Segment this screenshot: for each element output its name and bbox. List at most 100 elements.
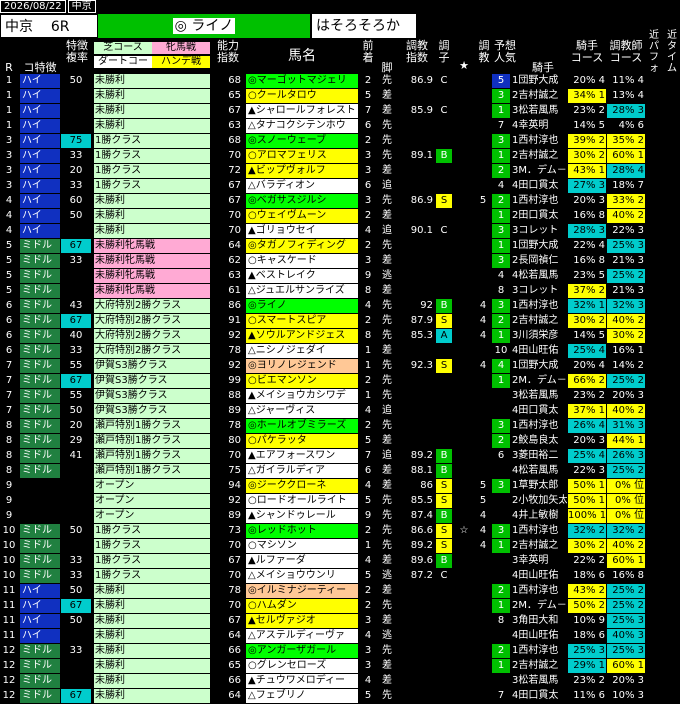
class-cell: ミドル — [20, 389, 60, 403]
prev-finish-cell: 4 — [364, 300, 372, 311]
mark-symbol: △ — [248, 465, 256, 476]
prev-finish-cell: 1 — [364, 540, 372, 551]
horse-name-cell: ◎レッドホット — [246, 524, 358, 538]
race-number-cell: 11 — [2, 585, 16, 596]
prev-finish-cell: 3 — [364, 150, 372, 161]
horse-name: アステルディーヴァ — [255, 630, 346, 641]
race-type-cell: 1勝クラス — [94, 539, 210, 553]
race-number-cell: 10 — [2, 525, 16, 536]
mark-symbol: ▲ — [248, 165, 256, 176]
mark-symbol: ◎ — [248, 240, 257, 251]
jockey-course-cell: 25% 4 — [568, 344, 606, 358]
running-style-cell: 差 — [382, 165, 392, 176]
training-mark-cell — [476, 419, 490, 433]
running-style-cell: 逃 — [382, 270, 392, 281]
recent-perf-cell — [646, 554, 662, 568]
horse-name: パケラッタ — [256, 435, 307, 446]
header-trainer-course: 調教師 コース — [609, 39, 643, 64]
prev-finish-cell: 6 — [364, 180, 372, 191]
running-style-cell: 先 — [382, 390, 392, 401]
condition-cell: S — [436, 479, 452, 493]
training-mark-cell — [476, 344, 490, 358]
recent-perf-cell — [646, 134, 662, 148]
recent-time-cell — [663, 224, 680, 238]
venue-label: 中京 — [5, 19, 33, 35]
training-mark-cell — [476, 269, 490, 283]
table-row: 9 オープン 89 ▲シャンドゥレール 9 先 87.4 B 4 4井上敏樹 100% 1 0% 位 — [0, 509, 680, 524]
training-index-cell: 86.9 — [410, 195, 433, 206]
running-style-cell: 差 — [382, 555, 392, 566]
ability-index-cell: 89 — [228, 405, 241, 416]
horse-name-cell: ○ウェイヴムーン — [246, 209, 358, 223]
race-number-cell: 7 — [5, 360, 13, 371]
popularity-cell: 3 — [492, 299, 510, 313]
training-index-cell: 85.5 — [410, 495, 433, 506]
star-cell — [454, 254, 474, 268]
horse-name-cell: ▲セルヴァジオ — [246, 614, 358, 628]
header-popularity: 予想 人気 — [494, 39, 516, 64]
trainer-course-cell: 20% 3 — [607, 674, 645, 688]
horse-name-cell: ○ハムダン — [246, 599, 358, 613]
jockey-course-cell: 18% 6 — [568, 629, 606, 643]
horse-name: バラディオン — [255, 180, 316, 191]
table-row: 4 ハイ 未勝利 70 ▲ゴリョウセイ 4 追 90.1 C 3 3コレット 28% 3 22% 3 — [0, 224, 680, 239]
class-cell: ミドル — [20, 569, 60, 583]
class-cell: ミドル — [20, 419, 60, 433]
jockey-course-cell: 26% 4 — [568, 419, 606, 433]
trainer-course-cell: 35% 2 — [607, 134, 645, 148]
trainer-course-cell: 11% 4 — [607, 74, 645, 88]
recent-perf-cell — [646, 224, 662, 238]
table-row: 6 ミドル 33 大府特別2勝クラス 78 △ニシノジェダイ 1 差 10 4田山旺佑 25% 41… — [0, 344, 680, 359]
running-style-cell: 先 — [382, 495, 392, 506]
horse-name-cell: ▲ルファーダ — [246, 554, 358, 568]
recent-perf-cell — [646, 404, 662, 418]
prev-finish-cell: 7 — [364, 450, 372, 461]
star-cell — [454, 134, 474, 148]
horse-name: ビップヴォルフ — [255, 165, 326, 176]
trainer-course-cell: 25% 3 — [607, 614, 645, 628]
condition-cell — [436, 419, 452, 433]
popularity-cell: 1 — [492, 149, 510, 163]
recent-perf-cell — [646, 449, 662, 463]
jockey-cell: 4田山旺佑 — [512, 630, 559, 641]
jockey-course-cell: 30% 2 — [568, 314, 606, 328]
training-mark-cell — [476, 74, 490, 88]
training-index-cell — [399, 404, 435, 418]
jockey-cell: 3コレット — [512, 225, 559, 236]
condition-cell: S — [436, 539, 452, 553]
special-rate-cell: 55 — [61, 359, 91, 373]
jockey-course-cell: 30% 2 — [568, 149, 606, 163]
star-cell — [454, 119, 474, 133]
star-cell — [454, 674, 474, 688]
training-mark-cell — [476, 224, 490, 238]
horse-name-cell: △ジュエルサンライズ — [246, 284, 358, 298]
table-row: 6 ミドル 43 大府特別2勝クラス 86 ◎ライノ 4 先 92 B 4 3 1西村淳也 32% 1 32… — [0, 299, 680, 314]
jockey-cell: 1団野大成 — [512, 75, 559, 86]
race-number-cell: 5 — [5, 270, 13, 281]
jockey-course-cell: 37% 1 — [568, 404, 606, 418]
trainer-course-cell: 44% 1 — [607, 434, 645, 448]
race-type-cell: 未勝利 — [94, 224, 210, 238]
prev-finish-cell: 6 — [364, 120, 372, 131]
race-number-cell: 9 — [5, 510, 13, 521]
condition-cell — [436, 179, 452, 193]
race-number-cell: 6 — [5, 300, 13, 311]
recent-perf-cell — [646, 539, 662, 553]
mark-symbol: ◎ — [248, 300, 257, 311]
ability-index-cell: 72 — [228, 165, 241, 176]
jockey-course-cell: 16% 8 — [568, 254, 606, 268]
horse-name: ライノ — [256, 300, 287, 311]
condition-cell: B — [436, 299, 452, 313]
condition-cell — [436, 134, 452, 148]
prev-finish-cell: 2 — [364, 525, 372, 536]
running-style-cell: 先 — [382, 330, 392, 341]
mark-symbol: △ — [248, 405, 256, 416]
condition-cell — [436, 644, 452, 658]
ability-index-cell: 63 — [228, 120, 241, 131]
tip-horse-banner: ◎ ライノ — [98, 14, 310, 38]
jockey-cell: 1西村淳也 — [512, 585, 559, 596]
race-type-cell: 未勝利牝馬戦 — [94, 254, 210, 268]
horse-name: シャロールフォレスト — [255, 105, 356, 116]
horse-name-cell: ◎ヨリノレジェンド — [246, 359, 358, 373]
ability-index-cell: 67 — [228, 555, 241, 566]
